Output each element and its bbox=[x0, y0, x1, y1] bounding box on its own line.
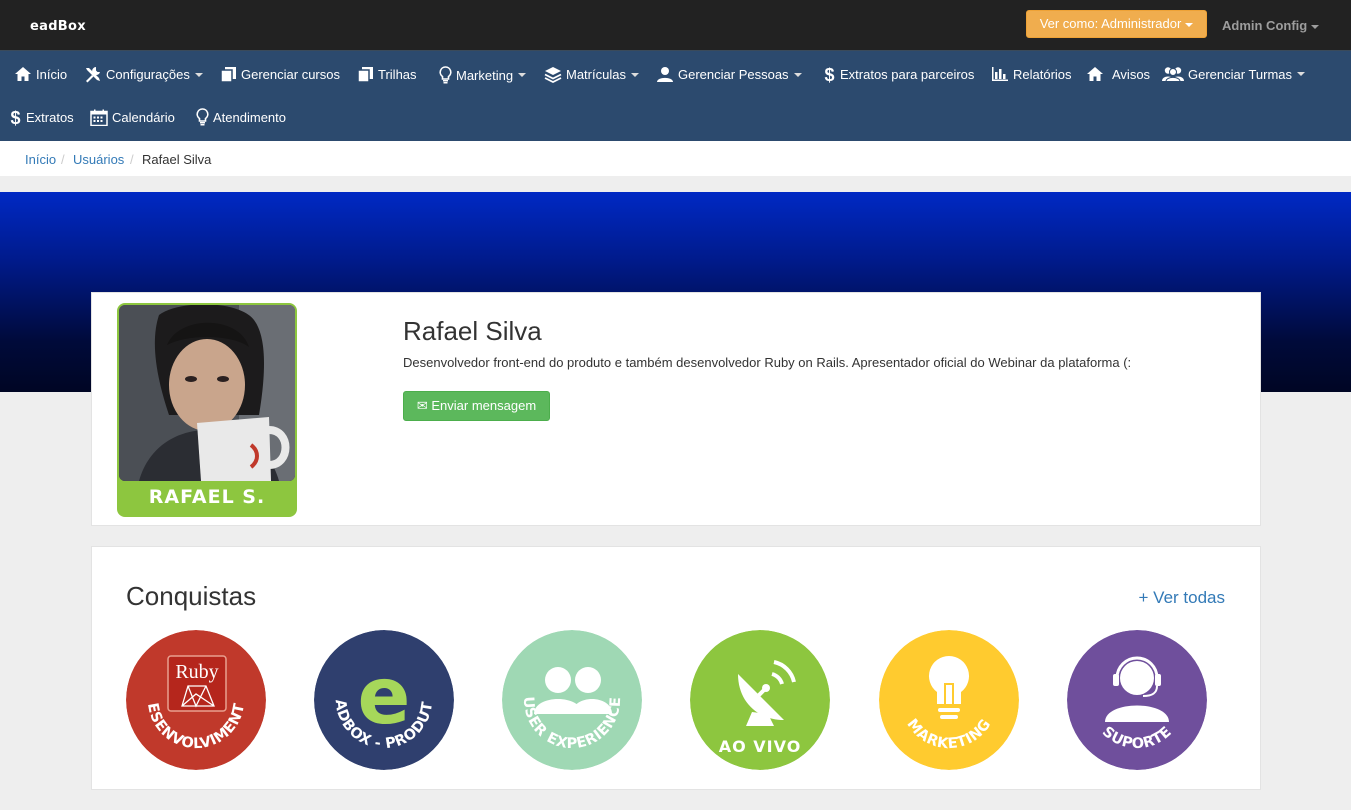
svg-text:e: e bbox=[358, 652, 411, 742]
satellite-dish-icon: AO VIVO bbox=[690, 630, 830, 770]
svg-text:$: $ bbox=[10, 108, 20, 127]
layers-icon bbox=[544, 67, 562, 83]
see-all-achievements-link[interactable]: + Ver todas bbox=[1139, 588, 1225, 608]
top-navbar: eadBox Ver como: Administrador Admin Con… bbox=[0, 0, 1351, 51]
breadcrumb-separator: / bbox=[130, 152, 134, 167]
caret-down-icon bbox=[1185, 22, 1194, 27]
home-icon bbox=[15, 67, 31, 81]
badge-desenvolvimento[interactable]: Ruby DESENVOLVIMENTO bbox=[126, 630, 266, 770]
nav-item-extratos[interactable]: $ Extratos bbox=[9, 108, 74, 127]
main-nav: Início Configurações Gerenciar cursos Tr… bbox=[0, 51, 1351, 141]
profile-card: RAFAEL S. Rafael Silva Desenvolvedor fro… bbox=[91, 292, 1261, 526]
caret-down-icon bbox=[793, 72, 802, 77]
nav-item-avisos[interactable]: Avisos bbox=[1085, 66, 1150, 82]
nav-label: Gerenciar Turmas bbox=[1188, 66, 1293, 82]
caret-down-icon bbox=[518, 73, 527, 77]
calendar-icon bbox=[90, 109, 108, 126]
badge-eadbox-produto[interactable]: e EADBOX - PRODUTO bbox=[314, 630, 454, 770]
group-icon bbox=[1162, 67, 1184, 82]
svg-text:$: $ bbox=[824, 65, 834, 84]
nav-label: Extratos bbox=[26, 110, 74, 125]
caret-down-icon bbox=[630, 72, 639, 77]
nav-item-gerenciar-turmas[interactable]: Gerenciar Turmas bbox=[1162, 66, 1306, 82]
avatar: RAFAEL S. bbox=[117, 303, 297, 517]
nav-label: Avisos bbox=[1112, 66, 1151, 82]
nav-item-relatorios[interactable]: Relatórios bbox=[991, 66, 1072, 82]
nav-label: Calendário bbox=[112, 110, 175, 125]
lightbulb-icon bbox=[196, 108, 209, 126]
nav-label: Gerenciar cursos bbox=[241, 67, 340, 82]
avatar-photo bbox=[119, 305, 295, 481]
dollar-icon: $ bbox=[10, 108, 20, 127]
badge-marketing[interactable]: MARKETING bbox=[879, 630, 1019, 770]
breadcrumb-usuarios[interactable]: Usuários bbox=[73, 152, 124, 167]
achievements-title: Conquistas bbox=[126, 581, 257, 611]
nav-item-atendimento[interactable]: Atendimento bbox=[196, 108, 286, 126]
view-as-label: Ver como: Administrador bbox=[1039, 16, 1182, 31]
nav-item-inicio[interactable]: Início bbox=[14, 66, 67, 82]
send-message-label: Enviar mensagem bbox=[431, 398, 537, 413]
envelope-icon: ✉ bbox=[416, 398, 428, 413]
nav-label: Configurações bbox=[106, 67, 190, 82]
headset-icon: SUPORTE bbox=[1067, 630, 1207, 770]
lightbulb-icon bbox=[439, 66, 452, 84]
nav-label: Extratos para parceiros bbox=[840, 67, 975, 82]
breadcrumb-inicio[interactable]: Início bbox=[25, 152, 56, 167]
ruby-badge-icon: Ruby DESENVOLVIMENTO bbox=[126, 630, 266, 770]
nav-label: Relatórios bbox=[1013, 66, 1072, 82]
avatar-portrait bbox=[119, 305, 295, 481]
badge-suporte[interactable]: SUPORTE bbox=[1067, 630, 1207, 770]
svg-text:Ruby: Ruby bbox=[175, 661, 218, 683]
nav-item-extratos-parceiros[interactable]: $ Extratos para parceiros bbox=[823, 65, 974, 84]
home-icon bbox=[1087, 67, 1103, 81]
admin-config-label: Admin Config bbox=[1222, 18, 1308, 33]
nav-label: Marketing bbox=[456, 67, 514, 83]
nav-item-gerenciar-cursos[interactable]: Gerenciar cursos bbox=[220, 66, 340, 83]
eadbox-badge-icon: e EADBOX - PRODUTO bbox=[314, 630, 454, 770]
view-as-dropdown[interactable]: Ver como: Administrador bbox=[1026, 10, 1207, 38]
copy-icon bbox=[220, 67, 236, 83]
send-message-button[interactable]: ✉ Enviar mensagem bbox=[403, 391, 550, 421]
copy-icon bbox=[357, 67, 373, 83]
achievements-card: Conquistas + Ver todas Ruby DESENVOLVIME… bbox=[91, 546, 1261, 790]
caret-down-icon bbox=[194, 72, 203, 77]
admin-config-dropdown[interactable]: Admin Config bbox=[1222, 18, 1320, 33]
nav-item-matriculas[interactable]: Matrículas bbox=[544, 66, 639, 83]
breadcrumb-current: Rafael Silva bbox=[142, 152, 212, 167]
nav-label: Início bbox=[36, 66, 68, 82]
nav-label: Trilhas bbox=[378, 67, 417, 82]
bar-chart-icon bbox=[992, 67, 1008, 81]
caret-down-icon bbox=[1311, 24, 1320, 29]
breadcrumb: Início / Usuários / Rafael Silva bbox=[0, 141, 1351, 176]
nav-label: Matrículas bbox=[566, 67, 626, 82]
profile-description: Desenvolvedor front-end do produto e tam… bbox=[403, 355, 1132, 370]
nav-item-gerenciar-pessoas[interactable]: Gerenciar Pessoas bbox=[656, 66, 802, 83]
wrench-icon bbox=[86, 67, 100, 83]
lightbulb-badge-icon: MARKETING bbox=[879, 630, 1019, 770]
nav-item-marketing[interactable]: Marketing bbox=[439, 66, 527, 84]
dollar-icon: $ bbox=[824, 65, 834, 84]
badge-label: AO VIVO bbox=[719, 737, 802, 756]
nav-item-calendario[interactable]: Calendário bbox=[90, 109, 175, 126]
user-icon bbox=[657, 67, 673, 82]
profile-name: Rafael Silva bbox=[403, 316, 542, 346]
badge-ao-vivo[interactable]: AO VIVO bbox=[690, 630, 830, 770]
badge-user-experience[interactable]: USER EXPERIENCE bbox=[502, 630, 642, 770]
breadcrumb-separator: / bbox=[61, 152, 65, 167]
nav-item-trilhas[interactable]: Trilhas bbox=[357, 66, 417, 83]
caret-down-icon bbox=[1297, 72, 1306, 76]
eadbox-logo[interactable]: eadBox bbox=[30, 19, 86, 34]
nav-label: Gerenciar Pessoas bbox=[678, 67, 789, 82]
user-experience-badge-icon: USER EXPERIENCE bbox=[502, 630, 642, 770]
nav-label: Atendimento bbox=[213, 109, 286, 125]
nav-item-configuracoes[interactable]: Configurações bbox=[84, 66, 203, 83]
avatar-name-label: RAFAEL S. bbox=[148, 486, 266, 508]
